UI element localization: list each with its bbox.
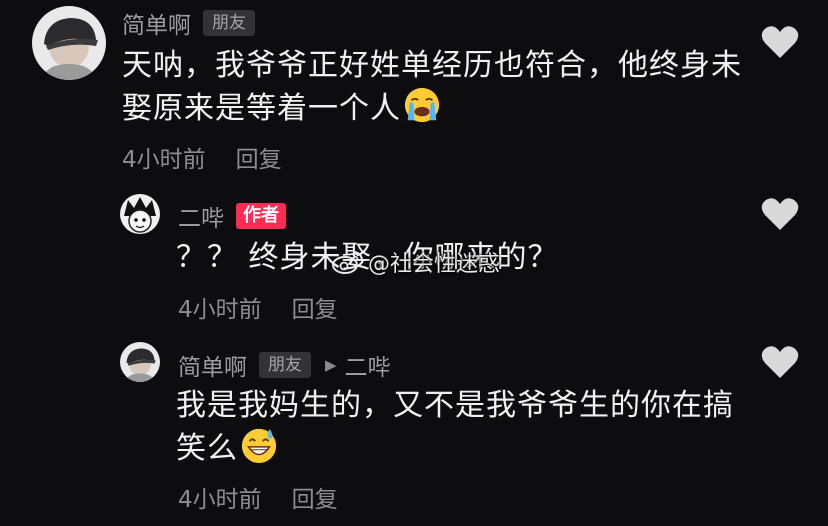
reply-button[interactable]: 回复 — [292, 480, 338, 514]
heart-icon[interactable] — [760, 344, 800, 380]
timestamp: 4小时前 — [178, 297, 262, 323]
avatar-cap-person-icon — [32, 6, 106, 80]
comment-text-line: 天呐，我爷爷正好姓单经历也符合，他终身未 — [122, 48, 742, 83]
username[interactable]: 简单啊 — [122, 6, 191, 40]
avatar[interactable] — [120, 194, 160, 234]
comment-text: 天呐，我爷爷正好姓单经历也符合，他终身未 娶原来是等着一个人 — [122, 44, 742, 131]
avatar[interactable] — [32, 6, 106, 80]
author-badge: 作者 — [236, 203, 286, 229]
friend-badge: 朋友 — [259, 352, 311, 378]
username[interactable]: 二哔 — [178, 199, 224, 233]
watermark-text: @社会性迷惑 — [368, 252, 501, 277]
reply-arrow-icon: ▶ — [325, 356, 337, 374]
reply-button[interactable]: 回复 — [292, 290, 338, 324]
comment-text-line: 笑么 — [176, 431, 238, 466]
heart-icon[interactable] — [760, 24, 800, 60]
avatar-anime-icon — [120, 194, 160, 234]
timestamp: 4小时前 — [122, 147, 206, 173]
weibo-logo-icon — [332, 251, 363, 274]
reply-to-username[interactable]: 二哔 — [345, 348, 391, 382]
reply-button[interactable]: 回复 — [236, 140, 282, 174]
crying-face-icon — [404, 87, 440, 123]
weibo-watermark: @社会性迷惑 — [332, 246, 500, 278]
username[interactable]: 简单啊 — [178, 348, 247, 382]
heart-icon[interactable] — [760, 196, 800, 232]
comment-text-line: 娶原来是等着一个人 — [122, 91, 401, 126]
comment-text-line: 我是我妈生的，又不是我爷爷生的你在搞 — [176, 388, 734, 423]
timestamp: 4小时前 — [178, 487, 262, 513]
friend-badge: 朋友 — [203, 10, 255, 36]
comment-text: 我是我妈生的，又不是我爷爷生的你在搞 笑么 — [176, 384, 776, 471]
grinning-sweat-face-icon — [241, 428, 277, 464]
avatar-cap-person-icon — [120, 342, 160, 382]
avatar[interactable] — [120, 342, 160, 382]
